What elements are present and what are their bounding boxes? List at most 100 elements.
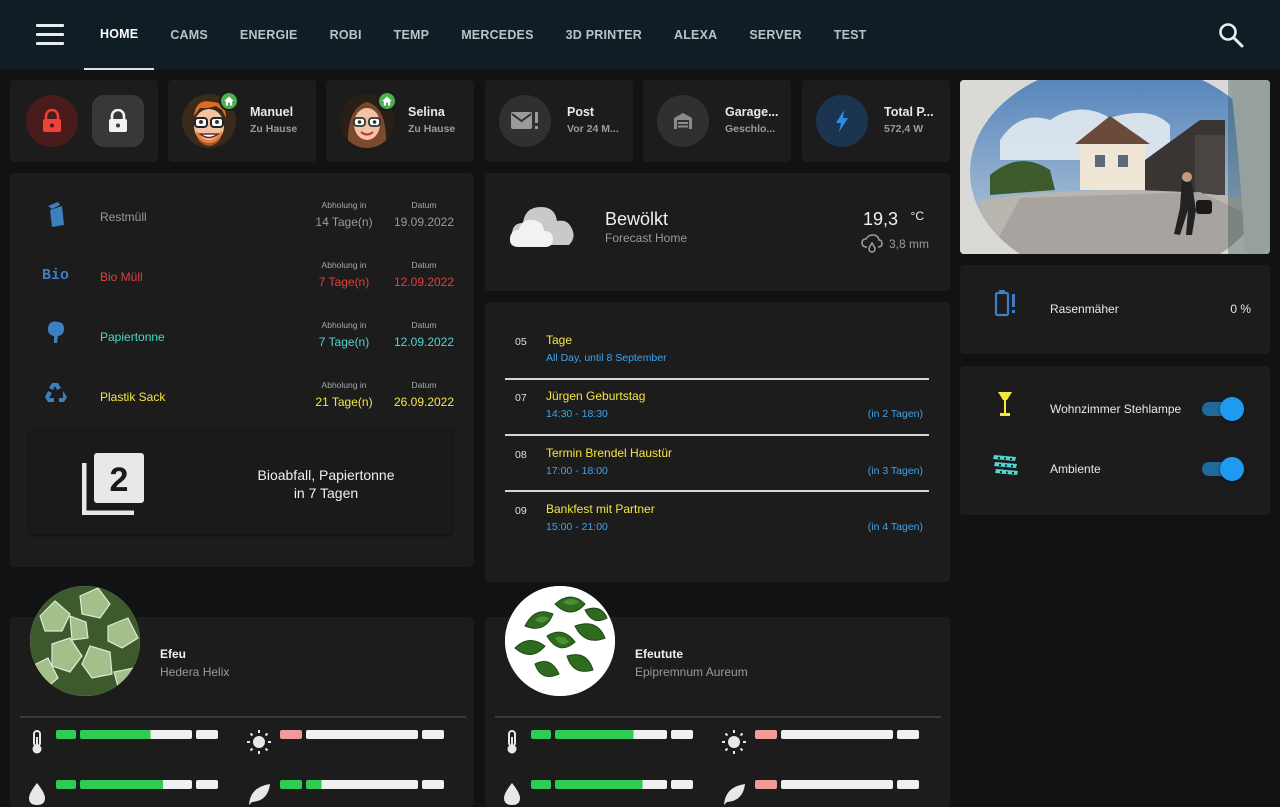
column-label: Abholung in <box>321 380 367 390</box>
event-day: 07 <box>515 392 527 404</box>
person-name: Manuel <box>250 105 294 119</box>
event-title: Bankfest mit Partner <box>546 502 655 516</box>
moisture-bar <box>56 780 218 789</box>
light-name: Wohnzimmer Stehlampe <box>1050 402 1182 416</box>
power-chip[interactable]: Total P... 572,4 W <box>802 80 950 162</box>
event-day: 09 <box>515 505 527 517</box>
view-tabs: HOME CAMS ENERGIE ROBI TEMP MERCEDES 3D … <box>84 0 882 70</box>
event-relative: (in 3 Tagen) <box>867 465 923 477</box>
plant-photo <box>505 586 615 696</box>
temperature-bar <box>531 730 693 739</box>
pickup-date: 12.09.2022 <box>393 275 455 289</box>
trash-type: Bio Müll <box>100 270 143 284</box>
calendar-card: 05 Tage All Day, until 8 September 07 Jü… <box>485 302 950 582</box>
door-lock-button[interactable] <box>92 95 144 147</box>
next-pickup-types: Bioabfall, Papiertonne <box>257 467 395 483</box>
recycle-icon <box>45 383 67 402</box>
divider <box>495 716 941 718</box>
power-title: Total P... <box>884 105 934 119</box>
cloud-icon <box>509 207 574 247</box>
lock-icon <box>43 109 61 132</box>
person-status: Zu Hause <box>408 123 456 135</box>
leaf-icon <box>249 784 270 805</box>
tab-temp[interactable]: TEMP <box>378 0 446 70</box>
list-item: Bio Bio Müll Abholung in 7 Tage(n) Datum 1… <box>10 247 474 307</box>
hamburger-menu-icon[interactable] <box>36 24 64 46</box>
conductivity-bar <box>755 780 919 789</box>
person-chip-selina[interactable]: Selina Zu Hause <box>326 80 474 162</box>
person-status: Zu Hause <box>250 123 298 135</box>
column-label: Datum <box>411 200 437 210</box>
thermometer-icon <box>32 730 42 754</box>
leaf-icon <box>724 784 745 805</box>
home-icon <box>377 91 397 111</box>
post-chip[interactable]: Post Vor 24 M... <box>485 80 633 162</box>
tab-cams[interactable]: CAMS <box>154 0 224 70</box>
tab-robi[interactable]: ROBI <box>314 0 378 70</box>
garage-chip[interactable]: Garage... Geschlo... <box>643 80 791 162</box>
calendar-event[interactable]: 05 Tage All Day, until 8 September <box>505 322 929 378</box>
tab-test[interactable]: TEST <box>818 0 883 70</box>
plant-species: Epipremnum Aureum <box>635 665 748 679</box>
svg-text:Bio: Bio <box>42 267 69 284</box>
event-day: 05 <box>515 336 527 348</box>
moisture-bar <box>531 780 693 789</box>
column-label: Datum <box>411 320 437 330</box>
conductivity-bar <box>280 780 444 789</box>
alarm-lock-button[interactable] <box>26 95 78 147</box>
tab-server[interactable]: SERVER <box>733 0 817 70</box>
sun-icon <box>722 730 746 754</box>
pickup-in: 7 Tage(n) <box>318 335 370 349</box>
sun-icon <box>247 730 271 754</box>
pickup-date: 19.09.2022 <box>393 215 455 229</box>
trash-type: Papiertonne <box>100 330 165 344</box>
calendar-event[interactable]: 07 Jürgen Geburtstag 14:30 - 18:30 (in 2… <box>505 378 929 434</box>
person-chip-manuel[interactable]: Manuel Zu Hause <box>168 80 316 162</box>
floor-lamp-icon <box>998 392 1012 416</box>
column-label: Datum <box>411 380 437 390</box>
weather-condition: Bewölkt <box>605 209 669 229</box>
weather-card[interactable]: Bewölkt Forecast Home 19,3 °C 3,8 mm <box>485 173 950 291</box>
pickup-in: 14 Tage(n) <box>315 215 373 229</box>
tab-mercedes[interactable]: MERCEDES <box>445 0 549 70</box>
power-value: 572,4 W <box>884 123 924 135</box>
mower-name: Rasenmäher <box>1050 302 1119 316</box>
garage-status: Geschlo... <box>725 123 776 135</box>
column-label: Datum <box>411 260 437 270</box>
home-icon <box>219 91 239 111</box>
camera-feed[interactable] <box>960 80 1270 254</box>
trash-can-icon <box>48 202 64 227</box>
rain-cloud-icon <box>861 234 883 253</box>
event-day: 08 <box>515 449 527 461</box>
tab-home[interactable]: HOME <box>84 0 155 70</box>
event-time: All Day, until 8 September <box>546 352 667 364</box>
light-bar <box>280 730 444 739</box>
column-label: Abholung in <box>321 200 367 210</box>
pickup-date: 26.09.2022 <box>393 395 455 409</box>
lock-icon <box>109 109 127 132</box>
plant-name: Efeu <box>160 647 187 661</box>
pickup-date: 12.09.2022 <box>393 335 455 349</box>
next-pickup-tile: 2 Bioabfall, Papiertonne in 7 Tagen <box>30 429 452 534</box>
tab-3d-printer[interactable]: 3D PRINTER <box>550 0 658 70</box>
light-toggle[interactable] <box>1200 457 1244 481</box>
mower-card[interactable]: Rasenmäher 0 % <box>960 265 1270 354</box>
water-percent-icon <box>29 783 45 805</box>
led-strip-icon <box>993 455 1018 475</box>
bio-icon: Bio <box>42 267 69 284</box>
calendar-event[interactable]: 09 Bankfest mit Partner 15:00 - 21:00 (i… <box>505 491 929 547</box>
light-toggle[interactable] <box>1200 397 1244 421</box>
divider <box>20 716 466 718</box>
calendar-event[interactable]: 08 Termin Brendel Haustür 17:00 - 18:00 … <box>505 435 929 491</box>
column-label: Abholung in <box>321 320 367 330</box>
thermometer-icon <box>507 730 517 754</box>
search-icon[interactable] <box>1218 22 1244 48</box>
event-title: Termin Brendel Haustür <box>546 446 673 460</box>
camera-image <box>960 80 1270 254</box>
plant-name: Efeutute <box>635 647 683 661</box>
tab-energie[interactable]: ENERGIE <box>224 0 314 70</box>
tab-alexa[interactable]: ALEXA <box>658 0 733 70</box>
next-pickup-number: 2 <box>110 461 129 499</box>
person-name: Selina <box>408 105 445 119</box>
filter-2-icon: 2 <box>82 453 144 515</box>
